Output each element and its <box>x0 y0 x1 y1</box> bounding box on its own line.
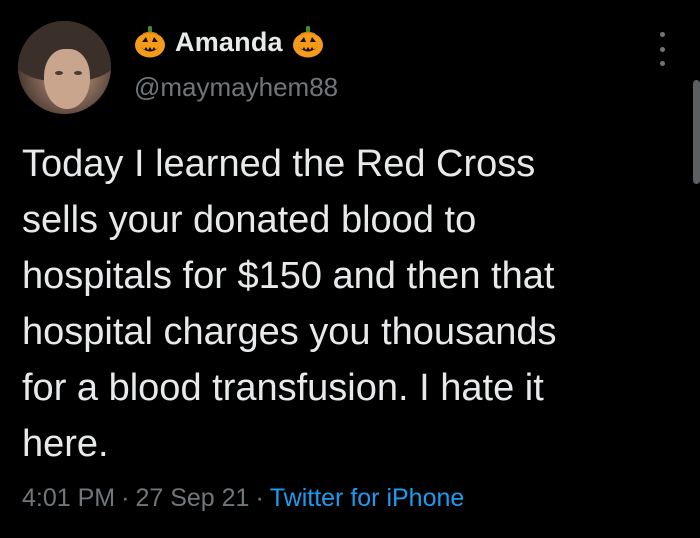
tweet-line: for a blood transfusion. I hate it <box>22 367 544 409</box>
tweet-line: here. <box>22 423 109 465</box>
avatar[interactable] <box>18 21 111 114</box>
tweet-line: sells your donated blood to <box>22 199 477 241</box>
scrollbar[interactable] <box>693 80 700 184</box>
avatar-eye-right <box>74 71 82 75</box>
more-dot <box>659 61 665 66</box>
separator: · <box>121 484 130 512</box>
more-dot <box>659 32 665 37</box>
tweet-source-link[interactable]: Twitter for iPhone <box>270 484 465 512</box>
tweet-line: hospitals for $150 and then that <box>22 255 555 297</box>
tweet-card: Amanda @maymayhem88 Today I learned the … <box>0 0 700 538</box>
tweet-time[interactable]: 4:01 PM <box>22 484 115 512</box>
tweet-metadata: 4:01 PM · 27 Sep 21 · Twitter for iPhone <box>22 484 464 513</box>
avatar-face <box>44 49 90 109</box>
avatar-eye-left <box>55 71 63 75</box>
tweet-line: Today I learned the Red Cross <box>22 143 536 185</box>
jack-o-lantern-icon <box>292 26 323 58</box>
more-dot <box>659 46 665 52</box>
user-name-row[interactable]: Amanda <box>133 25 325 59</box>
tweet-text: Today I learned the Red Cross sells your… <box>22 136 687 472</box>
tweet-date[interactable]: 27 Sep 21 <box>135 484 249 512</box>
jack-o-lantern-icon <box>135 26 165 58</box>
display-name[interactable]: Amanda <box>175 27 283 58</box>
user-handle[interactable]: @maymayhem88 <box>134 72 338 103</box>
tweet-line: hospital charges you thousands <box>22 311 557 353</box>
separator: · <box>255 484 264 512</box>
more-options-icon[interactable] <box>655 32 669 66</box>
